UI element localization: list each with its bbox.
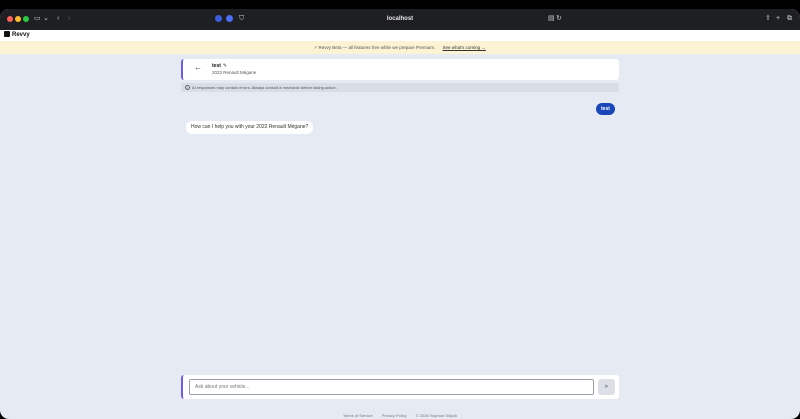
reload-icon[interactable]: ↻ [556,14,562,24]
arrow-left-icon[interactable]: ← [194,63,202,72]
vehicle-subtitle: 2022 Renault Mégane [212,70,257,75]
forward-nav-icon[interactable]: › [68,14,70,24]
send-icon[interactable]: ➤ [598,379,615,395]
address-bar[interactable]: localhost [360,14,440,24]
terms-link[interactable]: Terms of Service [343,413,373,418]
back-nav-icon[interactable]: ‹ [57,14,59,24]
message-input[interactable] [189,379,594,395]
page-footer: Terms of Service Privacy Policy © 2026 S… [0,413,800,418]
browser-toolbar: ▭ ⌄ ‹ › ⛉ localhost ▤ ↻ ⇪ + ⧉ [0,9,800,30]
sidebar-toggle-icon[interactable]: ▭ [34,14,41,24]
user-message: test [596,103,615,115]
message-composer: ➤ [181,375,619,399]
close-window-button[interactable] [7,16,13,22]
extension-icon[interactable] [215,15,222,22]
reader-icon[interactable]: ▤ [548,14,555,24]
extension-icon[interactable] [226,15,233,22]
beta-banner: ⚡ Revvy Beta — all features free while w… [0,41,800,54]
assistant-message: How can I help you with your 2022 Renaul… [186,121,314,134]
privacy-shield-icon[interactable]: ⛉ [239,14,244,24]
app-header: Revvy [0,30,800,41]
pencil-icon[interactable]: ✎ [223,63,227,69]
chat-header: ← test ✎ 2022 Renault Mégane [181,59,619,80]
maximize-window-button[interactable] [23,16,29,22]
info-icon: i [185,85,190,90]
brand-logo[interactable]: Revvy [4,31,30,38]
new-tab-icon[interactable]: + [776,14,780,24]
minimize-window-button[interactable] [15,16,21,22]
ai-disclaimer: i AI responses may contain errors. Alway… [181,83,619,92]
share-icon[interactable]: ⇪ [765,14,771,24]
copyright-text: © 2026 Szymon Wójcik [415,413,458,418]
chat-title: test ✎ [212,63,228,69]
chevron-down-icon[interactable]: ⌄ [43,14,49,24]
browser-window: ▭ ⌄ ‹ › ⛉ localhost ▤ ↻ ⇪ + ⧉ Revvy ⚡ Re… [0,9,800,419]
see-whats-coming-link[interactable]: See what's coming → [443,45,486,50]
tab-overview-icon[interactable]: ⧉ [787,14,792,24]
banner-text: ⚡ Revvy Beta — all features free while w… [314,45,436,50]
privacy-link[interactable]: Privacy Policy [382,413,407,418]
